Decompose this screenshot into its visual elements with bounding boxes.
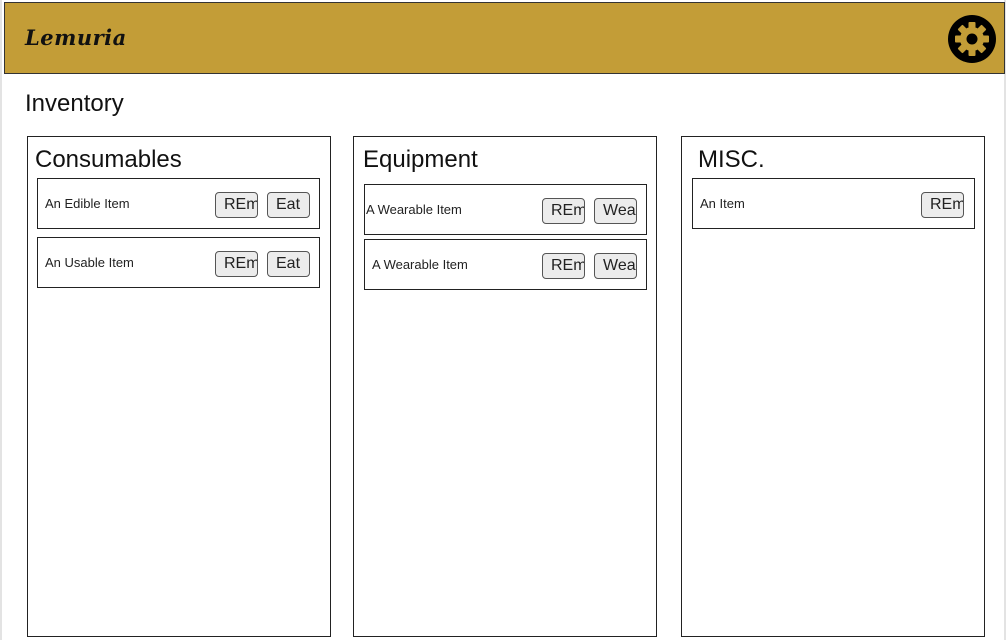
item-label: An Usable Item	[45, 255, 134, 270]
eat-button[interactable]: Eat	[267, 251, 310, 277]
consumables-title: Consumables	[35, 146, 182, 173]
remove-button[interactable]: REmove	[921, 192, 964, 218]
list-item: An Edible Item REmove Eat	[37, 178, 320, 229]
consumables-panel: Consumables An Edible Item REmove Eat An…	[27, 136, 331, 637]
equipment-title: Equipment	[363, 146, 478, 173]
page-title: Inventory	[25, 90, 124, 117]
gear-icon[interactable]	[946, 13, 998, 65]
equipment-panel: Equipment A Wearable Item REmove Wear A …	[353, 136, 657, 637]
remove-button[interactable]: REmove	[542, 198, 585, 224]
item-label: A Wearable Item	[366, 202, 462, 217]
list-item: A Wearable Item REmove Wear	[364, 184, 647, 235]
remove-button[interactable]: REmove	[215, 192, 258, 218]
item-label: A Wearable Item	[372, 257, 468, 272]
list-item: An Usable Item REmove Eat	[37, 237, 320, 288]
list-item: A Wearable Item REmove Wear	[364, 239, 647, 290]
app-frame: Lemuria Inventory Consumables An Edible …	[0, 0, 1006, 640]
item-label: An Item	[700, 196, 745, 211]
misc-panel: MISC. An Item REmove	[681, 136, 985, 637]
app-logo[interactable]: Lemuria	[25, 25, 127, 50]
misc-title: MISC.	[698, 146, 765, 173]
list-item: An Item REmove	[692, 178, 975, 229]
wear-button[interactable]: Wear	[594, 253, 637, 279]
wear-button[interactable]: Wear	[594, 198, 637, 224]
remove-button[interactable]: REmove	[542, 253, 585, 279]
eat-button[interactable]: Eat	[267, 192, 310, 218]
app-header: Lemuria	[4, 2, 1005, 74]
item-label: An Edible Item	[45, 196, 130, 211]
remove-button[interactable]: REmove	[215, 251, 258, 277]
